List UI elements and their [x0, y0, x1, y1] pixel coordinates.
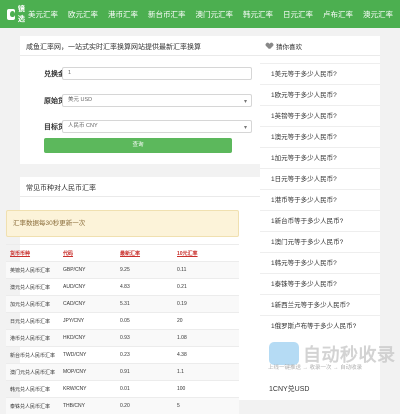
cell-currency: 加元兑人民币汇率: [10, 301, 51, 308]
list-item[interactable]: 1韩元等于多少人民币?: [260, 252, 380, 273]
cell-ten-rate: 5: [177, 403, 180, 409]
cell-currency: 英镑兑人民币汇率: [10, 267, 51, 274]
table-row[interactable]: 加元兑人民币汇率 CAD/CNY 5.31 0.19: [6, 295, 239, 312]
source-currency-select[interactable]: 美元 USD ▾: [62, 94, 252, 107]
cell-ten-rate: 0.21: [177, 284, 187, 290]
cell-rate: 4.83: [120, 284, 130, 290]
watermark: 自动秒收录 上线一键推送 → 收录一次 → 自动收录: [259, 335, 400, 375]
source-currency-value: 美元 USD: [68, 97, 93, 103]
cell-rate: 0.01: [120, 386, 130, 392]
header-code: 代码: [63, 250, 74, 257]
logo-icon: [7, 8, 15, 20]
cell-currency: 日元兑人民币汇率: [10, 318, 51, 325]
converter-title: 咸鱼汇率网，一站式实时汇率换算网站提供最新汇率换算: [26, 44, 201, 51]
cell-code: CAD/CNY: [63, 301, 86, 307]
cell-rate: 5.31: [120, 301, 130, 307]
table-row[interactable]: 港币兑人民币汇率 HKD/CNY 0.93 1.08: [6, 329, 239, 346]
update-notice: 汇率数据每30秒更新一次: [6, 210, 239, 237]
list-item[interactable]: 1加元等于多少人民币?: [260, 147, 380, 168]
divider: [20, 55, 267, 56]
list-item[interactable]: 1港币等于多少人民币?: [260, 189, 380, 210]
cell-code: HKD/CNY: [63, 335, 86, 341]
table-row[interactable]: 新台币兑人民币汇率 TWD/CNY 0.23 4.38: [6, 346, 239, 363]
table-row[interactable]: 英镑兑人民币汇率 GBP/CNY 9.25 0.11: [6, 261, 239, 278]
cell-ten-rate: 1.08: [177, 335, 187, 341]
cell-ten-rate: 100: [177, 386, 186, 392]
nav-item-jpy[interactable]: 日元汇率: [283, 9, 313, 20]
list-item[interactable]: 1英镑等于多少人民币?: [260, 105, 380, 126]
table-header: 货币币种 代码 最新汇率 10元汇率: [6, 244, 239, 261]
list-item[interactable]: 1欧元等于多少人民币?: [260, 84, 380, 105]
cell-code: KRW/CNY: [63, 386, 87, 392]
query-button[interactable]: 查询: [44, 138, 232, 153]
nav-item-eur[interactable]: 欧元汇率: [68, 9, 98, 20]
recommend-title: 猜你喜欢: [276, 44, 302, 51]
nav-item-hkd[interactable]: 港币汇率: [108, 9, 138, 20]
list-item[interactable]: 1澳元等于多少人民币?: [260, 126, 380, 147]
list-item[interactable]: 1新西兰元等于多少人民币?: [260, 294, 380, 315]
cell-code: TWD/CNY: [63, 352, 87, 358]
list-item[interactable]: 1俄罗斯卢布等于多少人民币?: [260, 315, 380, 336]
top-nav: 镜选 美元汇率 欧元汇率 港币汇率 新台币汇率 澳门元汇率 韩元汇率 日元汇率 …: [0, 0, 400, 28]
list-item[interactable]: 1美元等于多少人民币?: [260, 63, 380, 84]
cell-code: AUD/CNY: [63, 284, 86, 290]
cell-currency: 港币兑人民币汇率: [10, 335, 51, 342]
divider: [20, 196, 267, 197]
cell-currency: 泰铢兑人民币汇率: [10, 403, 51, 410]
list-item[interactable]: 1澳门元等于多少人民币?: [260, 231, 380, 252]
cell-code: JPY/CNY: [63, 318, 85, 324]
cell-currency: 韩元兑人民币汇率: [10, 386, 51, 393]
amount-input[interactable]: 1: [62, 67, 252, 80]
cell-ten-rate: 0.19: [177, 301, 187, 307]
recommend-header: 猜你喜欢: [260, 36, 380, 51]
cell-rate: 0.91: [120, 369, 130, 375]
cell-rate: 0.93: [120, 335, 130, 341]
cell-code: MOP/CNY: [63, 369, 87, 375]
nav-menu: 美元汇率 欧元汇率 港币汇率 新台币汇率 澳门元汇率 韩元汇率 日元汇率 卢布汇…: [28, 9, 400, 20]
header-rate: 最新汇率: [120, 250, 141, 257]
cell-rate: 0.23: [120, 352, 130, 358]
cell-rate: 0.05: [120, 318, 130, 324]
chevron-down-icon: ▾: [243, 99, 247, 105]
watermark-badge-icon: [269, 342, 299, 365]
list-item[interactable]: 1日元等于多少人民币?: [260, 168, 380, 189]
heart-icon: [266, 43, 273, 49]
target-currency-value: 人民币 CNY: [68, 123, 98, 129]
nav-item-mop[interactable]: 澳门元汇率: [196, 9, 234, 20]
watermark-subtext: 上线一键推送 → 收录一次 → 自动收录: [268, 365, 363, 371]
rates-title: 常见币种对人民币汇率: [26, 185, 96, 192]
header-ten-rate: 10元汇率: [177, 250, 198, 257]
list-item[interactable]: 1泰铢等于多少人民币?: [260, 273, 380, 294]
table-row[interactable]: 澳门元兑人民币汇率 MOP/CNY 0.91 1.1: [6, 363, 239, 380]
site-logo[interactable]: 镜选: [0, 4, 28, 24]
table-row[interactable]: 韩元兑人民币汇率 KRW/CNY 0.01 100: [6, 380, 239, 397]
nav-item-twd[interactable]: 新台币汇率: [148, 9, 186, 20]
footer-link[interactable]: 1CNY兑USD: [260, 383, 380, 397]
nav-item-rub[interactable]: 卢布汇率: [323, 9, 353, 20]
cell-ten-rate: 20: [177, 318, 183, 324]
cell-ten-rate: 4.38: [177, 352, 187, 358]
chevron-down-icon: ▾: [243, 125, 247, 131]
cell-currency: 澳门元兑人民币汇率: [10, 369, 56, 376]
list-item[interactable]: 1新台币等于多少人民币?: [260, 210, 380, 231]
nav-item-usd[interactable]: 美元汇率: [28, 9, 58, 20]
nav-item-krw[interactable]: 韩元汇率: [243, 9, 273, 20]
cell-ten-rate: 1.1: [177, 369, 184, 375]
nav-item-aud[interactable]: 澳元汇率: [363, 9, 393, 20]
cell-currency: 新台币兑人民币汇率: [10, 352, 56, 359]
cell-code: THB/CNY: [63, 403, 85, 409]
cell-currency: 澳元兑人民币汇率: [10, 284, 51, 291]
table-row[interactable]: 日元兑人民币汇率 JPY/CNY 0.05 20: [6, 312, 239, 329]
cell-rate: 9.25: [120, 267, 130, 273]
divider: [260, 55, 380, 56]
target-currency-select[interactable]: 人民币 CNY ▾: [62, 120, 252, 133]
table-row[interactable]: 澳元兑人民币汇率 AUD/CNY 4.83 0.21: [6, 278, 239, 295]
cell-rate: 0.20: [120, 403, 130, 409]
logo-text: 镜选: [17, 6, 25, 23]
cell-ten-rate: 0.11: [177, 267, 187, 273]
header-currency: 货币币种: [10, 250, 31, 257]
cell-code: GBP/CNY: [63, 267, 86, 273]
